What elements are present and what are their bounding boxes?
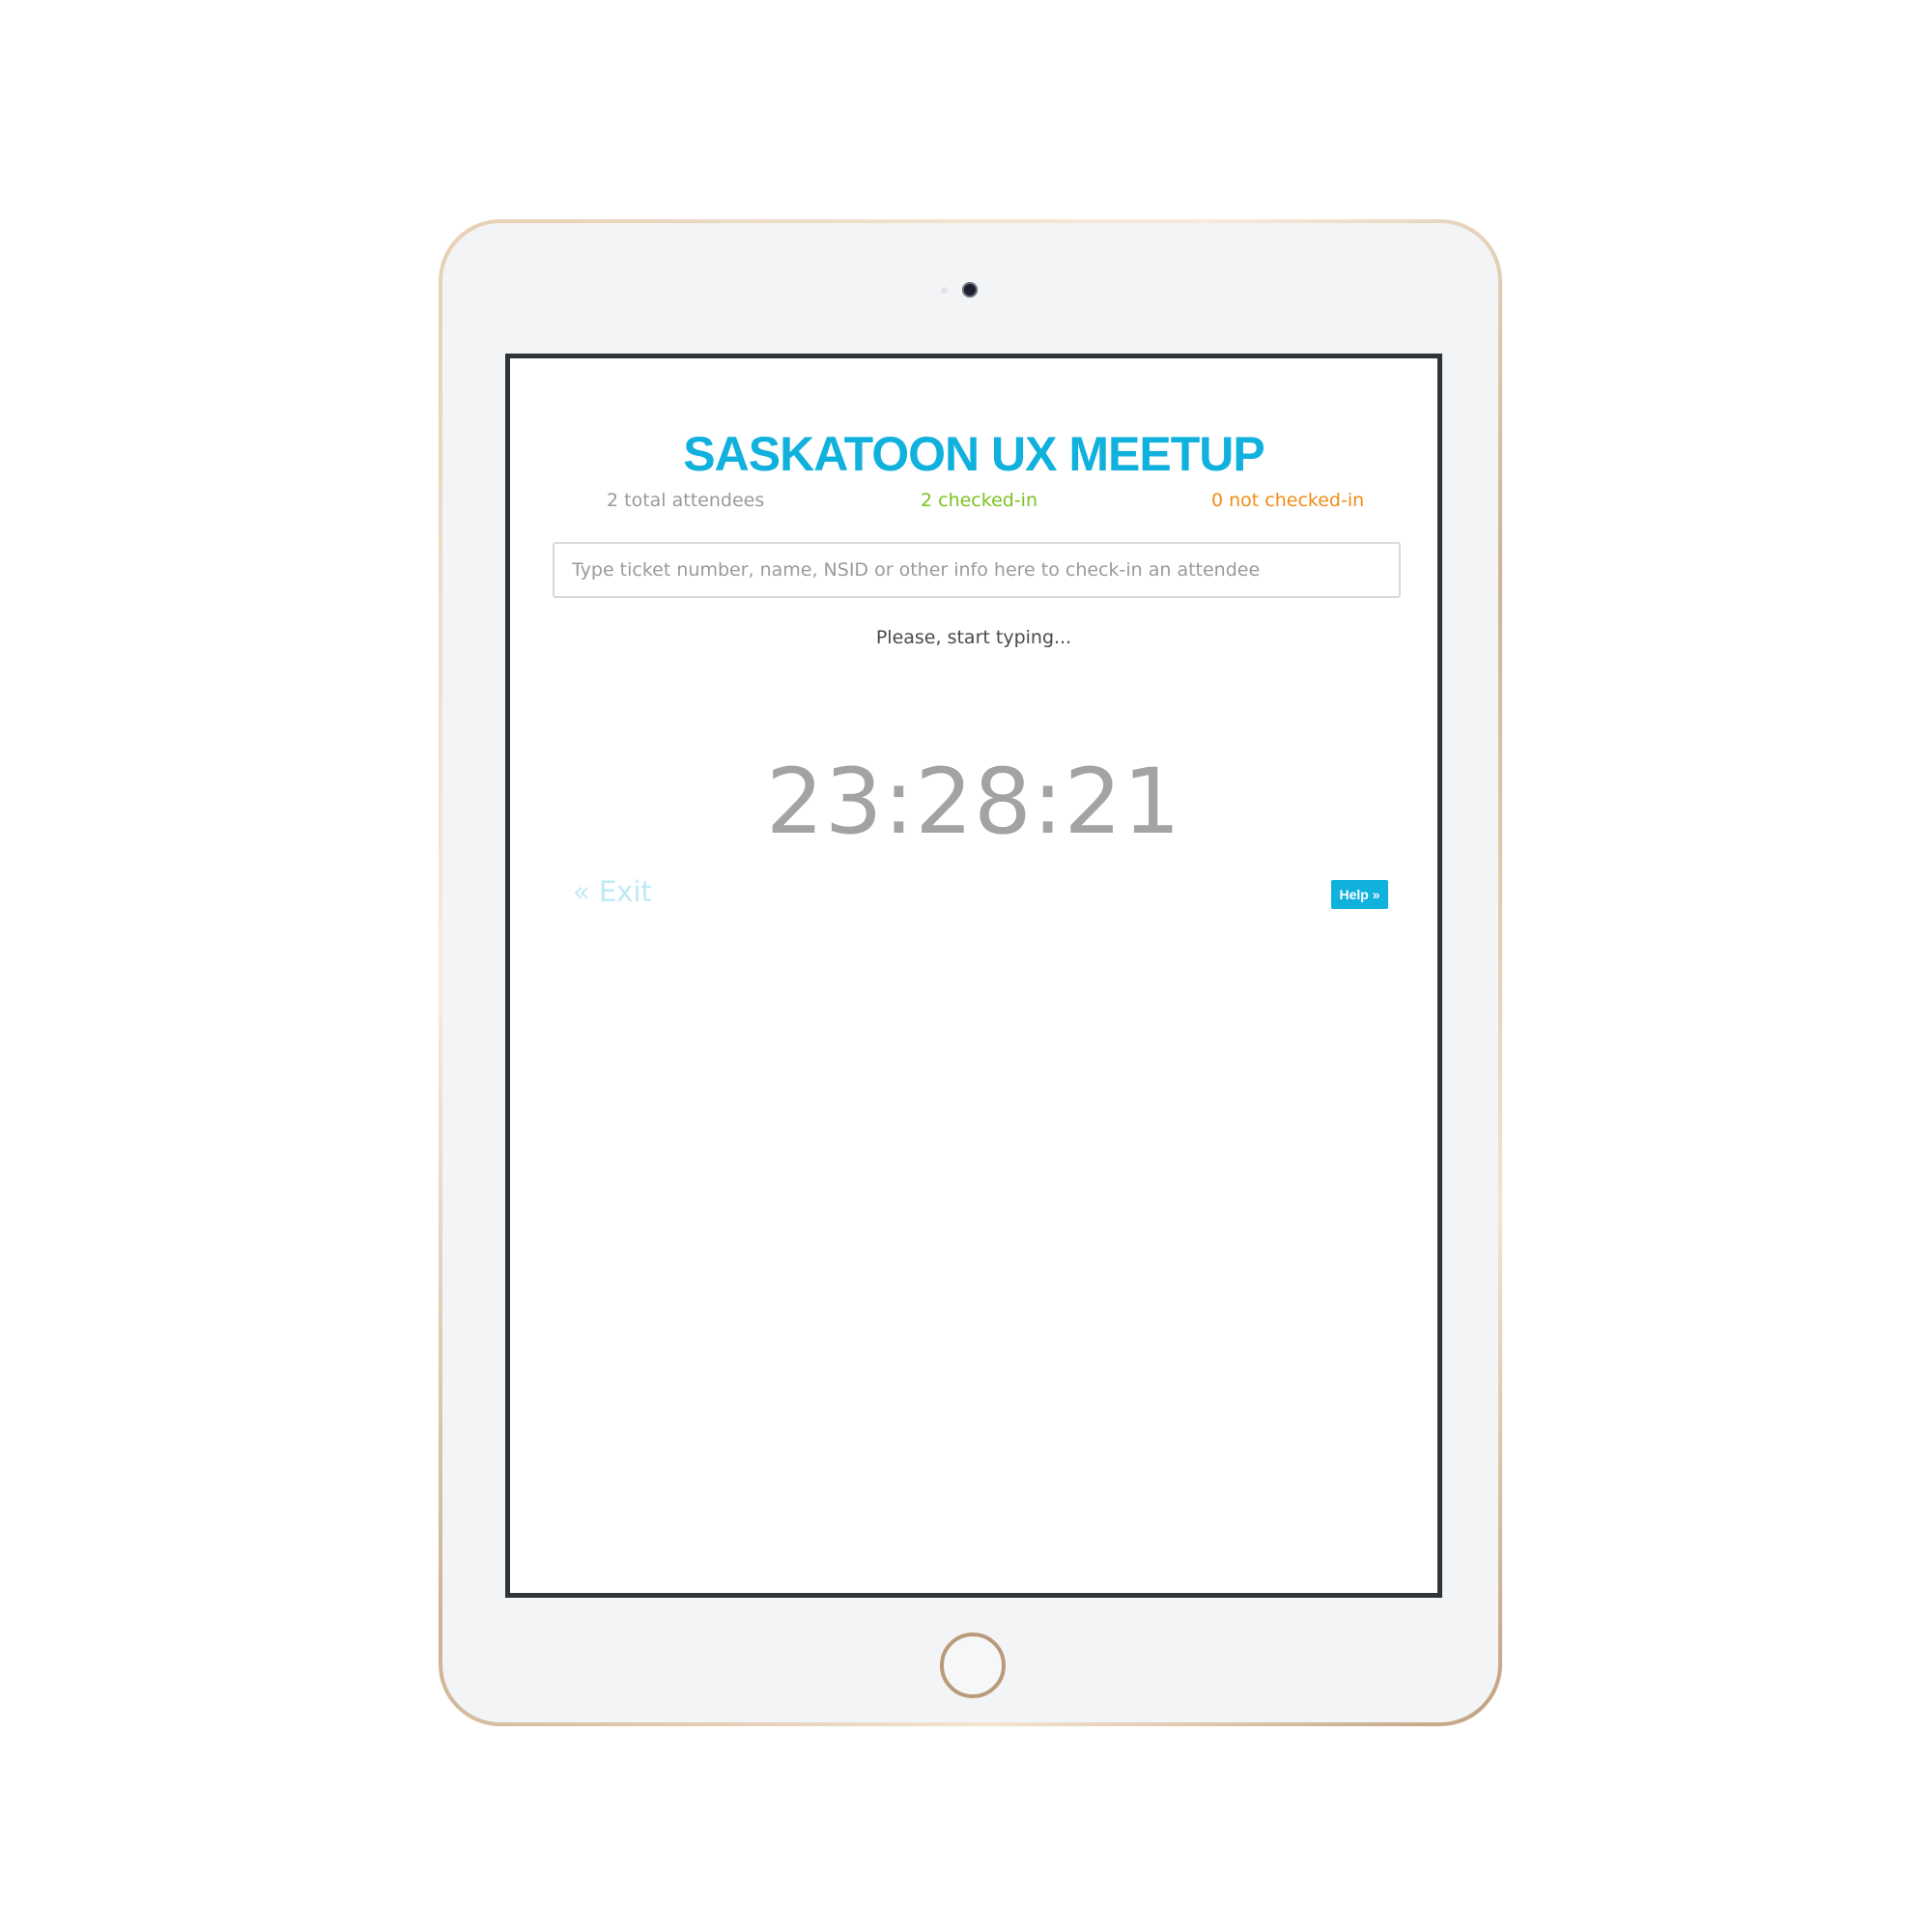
exit-link[interactable]: « Exit — [573, 875, 652, 908]
camera-icon — [962, 282, 978, 298]
checked-in-count: 2 checked-in — [921, 490, 1038, 511]
total-attendees-count: 2 total attendees — [607, 490, 765, 511]
light-sensor-icon — [941, 287, 948, 294]
home-button[interactable] — [940, 1633, 1006, 1698]
page: SASKATOON UX MEETUP 2 total attendees 2 … — [0, 0, 1932, 1932]
help-button[interactable]: Help » — [1331, 880, 1388, 909]
not-checked-in-count: 0 not checked-in — [1211, 490, 1365, 511]
tablet-screen: SASKATOON UX MEETUP 2 total attendees 2 … — [505, 354, 1442, 1598]
clock-display: 23:28:21 — [765, 750, 1182, 855]
page-title: SASKATOON UX MEETUP — [683, 427, 1264, 481]
status-message: Please, start typing... — [875, 627, 1072, 648]
check-in-search-input[interactable] — [553, 542, 1401, 598]
